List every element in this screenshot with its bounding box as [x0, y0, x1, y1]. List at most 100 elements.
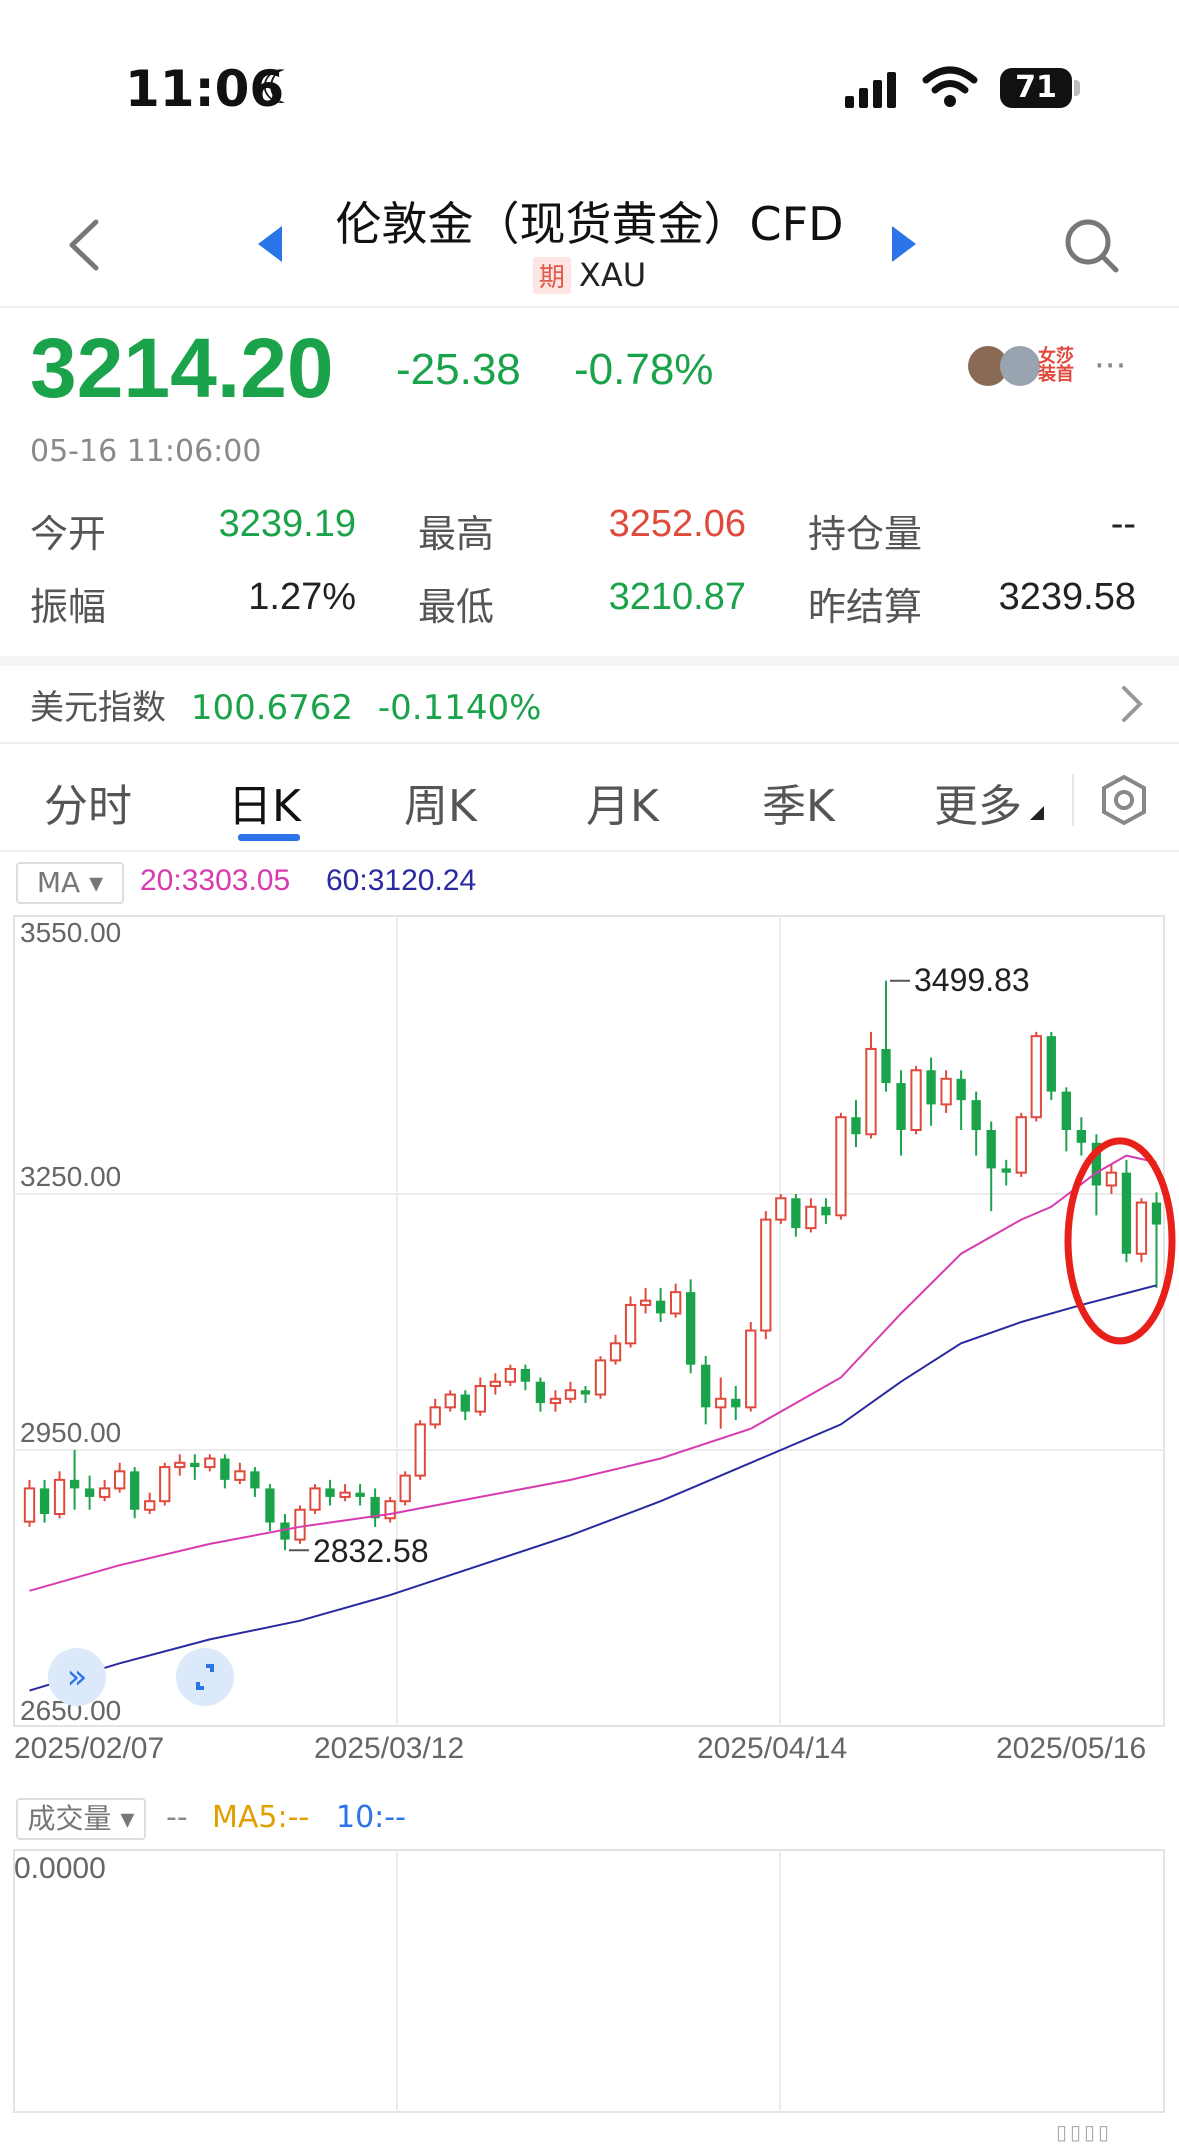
chevron-right-icon[interactable] [1120, 684, 1144, 724]
oi-label: 持仓量 [808, 512, 923, 556]
low-label: 最低 [418, 585, 495, 629]
candle-body-up [399, 1474, 411, 1503]
volume-ma10: 10:-- [336, 1800, 406, 1835]
candle-body-down [1151, 1202, 1162, 1225]
tab-intraday[interactable]: 分时 [44, 770, 132, 834]
candle-body-up [504, 1367, 517, 1383]
price-change-pct: -0.78% [574, 345, 714, 394]
min-price-label: 2832.58 [313, 1533, 429, 1569]
candle-body-down [355, 1492, 365, 1497]
settle-label: 昨结算 [808, 585, 923, 629]
candle-body-up [805, 1205, 817, 1230]
candle-body-up [294, 1508, 306, 1541]
candle-body-down [986, 1130, 996, 1169]
candle-body-up [489, 1380, 501, 1388]
candle-body-up [549, 1397, 562, 1405]
next-symbol-icon[interactable] [892, 226, 918, 262]
high-value: 3252.06 [608, 503, 746, 545]
x-tick-label: 2025/04/14 [697, 1732, 847, 1765]
dollar-index-row[interactable]: 美元指数 100.6762 -0.1140% [30, 680, 1150, 730]
candle-body-up [174, 1461, 186, 1469]
candle-body-down [130, 1471, 140, 1510]
tab-more[interactable]: 更多 [934, 770, 1022, 834]
x-tick-label: 2025/05/16 [996, 1732, 1146, 1765]
scroll-latest-button[interactable]: » [48, 1648, 106, 1706]
fullscreen-button[interactable] [176, 1648, 234, 1706]
dollar-index-change: -0.1140% [377, 688, 542, 728]
candle-body-up [669, 1291, 682, 1315]
moon-icon: ☾ [260, 60, 302, 114]
volume-ma5: MA5:-- [212, 1800, 310, 1835]
divider [0, 656, 1179, 666]
candle-body-up [910, 1069, 922, 1131]
volume-indicator-select[interactable]: 成交量 ▾ [16, 1798, 146, 1840]
volume-axis-label: 0.0000 [14, 1852, 106, 1885]
candle-body-down [821, 1206, 831, 1216]
more-dots-icon[interactable]: ··· [1094, 346, 1126, 386]
divider [1072, 774, 1074, 826]
candle-body-down [1121, 1172, 1132, 1254]
candle-body-up [474, 1385, 486, 1413]
high-label: 最高 [418, 512, 495, 556]
market-tag: 期 [532, 257, 571, 294]
candle-body-down [220, 1458, 230, 1480]
candle-body-up [144, 1500, 156, 1511]
tab-daily[interactable]: 日K [228, 770, 301, 834]
candle-body-down [520, 1368, 531, 1382]
candle-body-down [971, 1100, 981, 1130]
candle-body-up [309, 1487, 321, 1511]
search-icon[interactable] [1064, 218, 1120, 274]
candle-body-up [444, 1393, 456, 1409]
candle-body-down [881, 1048, 891, 1084]
x-tick-label: 2025/03/12 [314, 1732, 464, 1765]
candle-body-up [414, 1423, 426, 1477]
tab-weekly[interactable]: 周K [404, 770, 477, 834]
candle-body-up [639, 1299, 652, 1306]
candle-body-down [1046, 1036, 1056, 1092]
indicator-select[interactable]: MA ▾ [16, 862, 124, 904]
candle-body-up [1105, 1171, 1118, 1187]
candle-body-down [686, 1292, 696, 1365]
candle-body-up [429, 1406, 441, 1426]
candle-body-up [775, 1197, 787, 1221]
open-label: 今开 [30, 512, 107, 556]
candle-body-up [1015, 1116, 1027, 1174]
candle-body-down [250, 1471, 260, 1489]
last-price: 3214.20 [30, 321, 334, 415]
candle-body-down [460, 1394, 470, 1412]
volume-chart [13, 1849, 1165, 2113]
tab-monthly[interactable]: 月K [586, 770, 659, 834]
dollar-index-label: 美元指数 [30, 688, 166, 728]
candle-body-up [1030, 1035, 1042, 1119]
candle-body-up [114, 1470, 126, 1490]
promo-badge-icon[interactable]: 女莎 装首 [1038, 348, 1074, 384]
candle-body-down [265, 1488, 275, 1523]
cellular-signal-icon [845, 72, 896, 108]
chart-frame [13, 915, 1165, 1727]
candle-body-down [896, 1083, 906, 1130]
avatar[interactable] [1000, 346, 1040, 386]
candle-body-up [609, 1342, 622, 1362]
wifi-icon [922, 66, 978, 107]
symbol-line: 期 XAU [0, 256, 1179, 294]
ma20-value: 20:3303.05 [140, 864, 291, 897]
volume-label: 成交量 [27, 1802, 112, 1835]
settle-value: 3239.58 [998, 576, 1136, 618]
settings-hexagon-icon[interactable] [1098, 774, 1150, 826]
candle-body-down [791, 1198, 801, 1229]
max-price-label: 3499.83 [914, 962, 1030, 998]
tab-quarterly[interactable]: 季K [762, 770, 835, 834]
candle-body-up [234, 1470, 246, 1481]
divider [0, 742, 1179, 744]
candle-body-down [190, 1462, 200, 1468]
ma20-line [29, 1154, 1157, 1592]
ma60-line [29, 1284, 1157, 1692]
symbol-code: XAU [578, 256, 647, 294]
quote-timestamp: 05-16 11:06:00 [30, 434, 262, 469]
price-change: -25.38 [396, 345, 521, 394]
candle-body-down [325, 1488, 335, 1497]
candle-body-up [564, 1389, 577, 1400]
indicator-name: MA [36, 866, 81, 899]
candle-body-down [701, 1364, 711, 1408]
amp-label: 振幅 [30, 585, 107, 629]
